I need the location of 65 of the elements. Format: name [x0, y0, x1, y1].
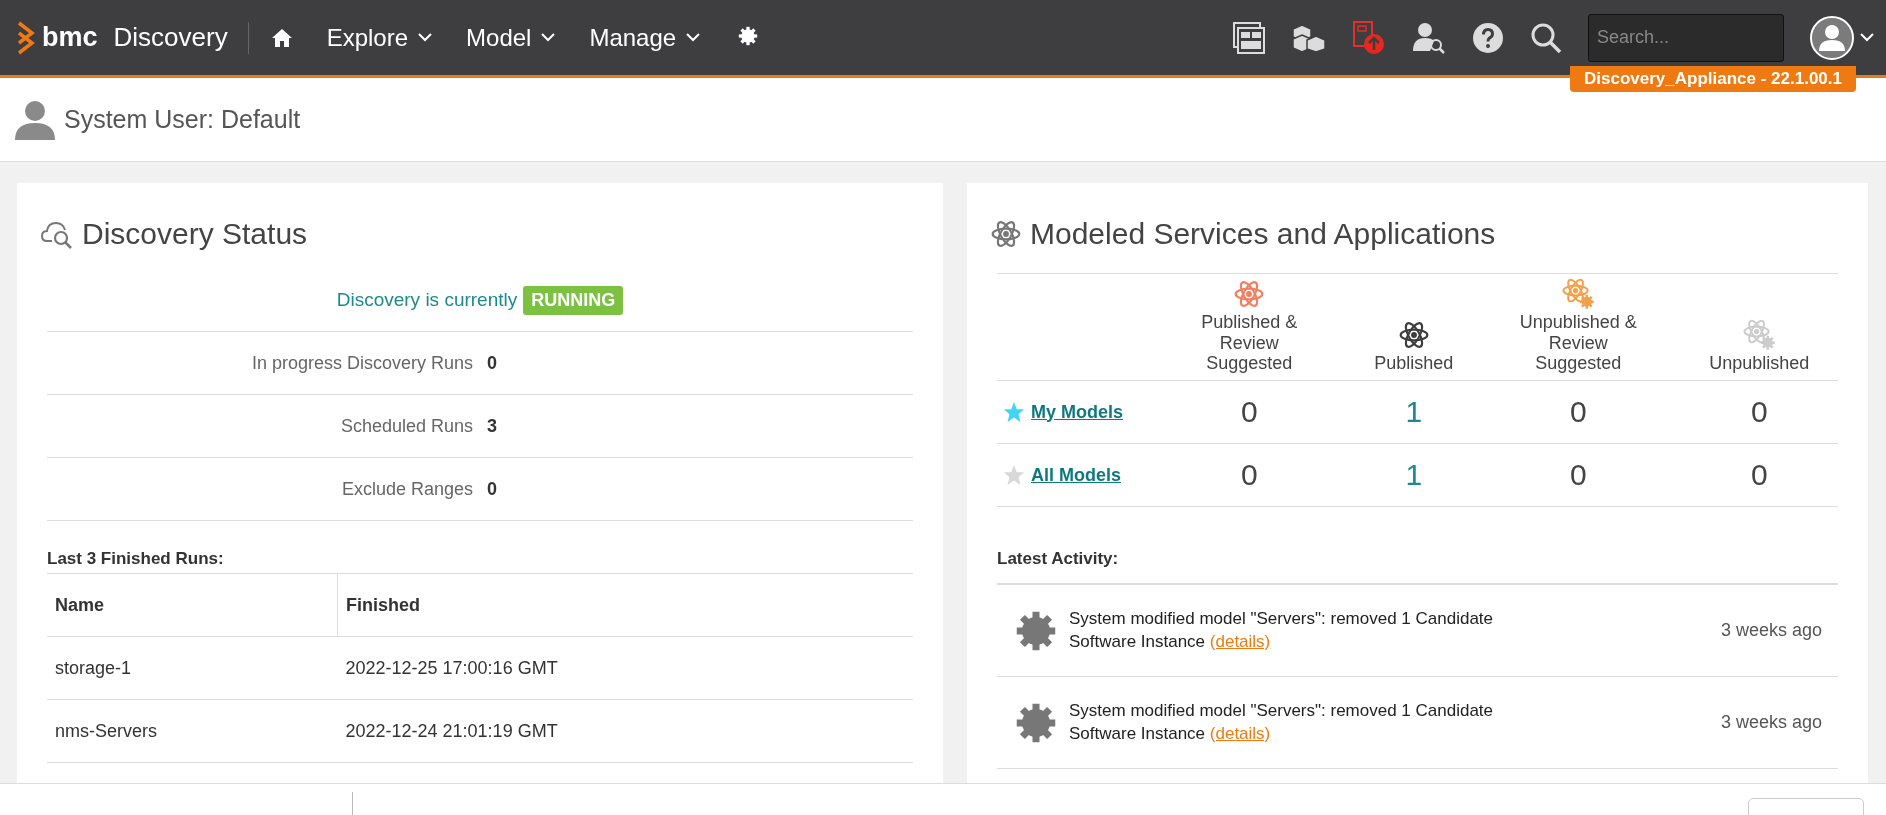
model-count[interactable]: 1 — [1405, 458, 1423, 491]
search-icon[interactable] — [1530, 21, 1562, 54]
stat-label: Scheduled Runs — [339, 415, 473, 437]
discovery-status-text: Discovery is currently — [336, 289, 518, 311]
activity-time: 3 weeks ago — [1720, 712, 1822, 733]
models-link[interactable]: All Models — [1031, 464, 1121, 486]
stat-label: Exclude Ranges — [340, 478, 473, 500]
stat-value: 0 — [487, 478, 498, 500]
model-count: 0 — [1750, 458, 1768, 491]
column-header: Published — [1374, 353, 1454, 374]
home-icon[interactable] — [270, 27, 293, 48]
atom-icon — [990, 218, 1022, 250]
dashboard-icon[interactable] — [1232, 20, 1266, 55]
appliance-badge: Discovery_Appliance - 22.1.00.1 — [1570, 66, 1856, 92]
brand-logo-text: bmc — [42, 22, 98, 53]
column-header: Finished — [346, 594, 420, 615]
user-avatar-icon[interactable] — [1810, 15, 1854, 60]
stat-value: 3 — [487, 415, 498, 437]
help-icon[interactable] — [1472, 21, 1504, 54]
panel-title: Modeled Services and Applications — [1030, 217, 1496, 251]
caret-icon[interactable] — [1860, 33, 1874, 42]
table-cell: 2022-12-25 17:00:16 GMT — [345, 657, 558, 678]
star-icon[interactable] — [1003, 464, 1025, 486]
stat-label: In progress Discovery Runs — [250, 352, 473, 374]
gear-icon — [1015, 701, 1057, 744]
activity-time: 3 weeks ago — [1720, 620, 1822, 641]
search-field[interactable]: Search... — [1588, 13, 1784, 62]
user-search-icon[interactable] — [1412, 20, 1446, 55]
details-link[interactable]: (details) — [1209, 631, 1271, 651]
star-icon[interactable] — [1003, 401, 1025, 423]
table-cell: 2022-12-24 21:01:19 GMT — [345, 720, 558, 741]
caret-icon — [541, 33, 556, 42]
model-count: 0 — [1569, 458, 1587, 491]
nav-menu[interactable]: Model — [466, 23, 556, 52]
details-link[interactable]: (details) — [1209, 723, 1271, 743]
caret-icon — [686, 33, 701, 42]
caret-icon — [418, 33, 433, 42]
cloud-search-icon — [40, 219, 74, 249]
nav-menu[interactable]: Explore — [326, 23, 433, 52]
table-cell: storage-1 — [55, 657, 132, 678]
model-count: 0 — [1240, 458, 1258, 491]
nav-menu[interactable]: Manage — [589, 23, 701, 52]
latest-activity-heading: Latest Activity: — [997, 549, 1838, 585]
status-badge: RUNNING — [523, 285, 624, 315]
table-cell: nms-Servers — [55, 720, 157, 741]
stat-value: 0 — [487, 352, 498, 374]
panel-title: Discovery Status — [82, 217, 308, 251]
model-count: 0 — [1750, 395, 1768, 428]
column-header: Published & Review Suggested — [1200, 311, 1299, 374]
finished-runs-heading: Last 3 Finished Runs: — [47, 549, 225, 570]
column-header: Name — [55, 594, 105, 615]
user-silhouette-icon — [14, 99, 56, 140]
model-count[interactable]: 1 — [1405, 395, 1423, 428]
user-header-title: System User: Default — [64, 105, 301, 134]
models-link[interactable]: My Models — [1031, 401, 1123, 423]
model-count: 0 — [1240, 395, 1258, 428]
gear-icon — [1015, 609, 1057, 652]
activity-text: System modified model "Servers": removed 1 Candidate Software Instance (details) — [1069, 700, 1495, 745]
logo-chevron-icon — [16, 20, 36, 55]
column-header: Unpublished & Review Suggested — [1518, 311, 1638, 374]
settings-icon — [738, 25, 759, 46]
column-header: Unpublished — [1709, 353, 1810, 374]
product-name: Discovery — [113, 22, 228, 53]
model-count: 0 — [1569, 395, 1587, 428]
activity-text: System modified model "Servers": removed 1 Candidate Software Instance (details) — [1069, 608, 1495, 653]
